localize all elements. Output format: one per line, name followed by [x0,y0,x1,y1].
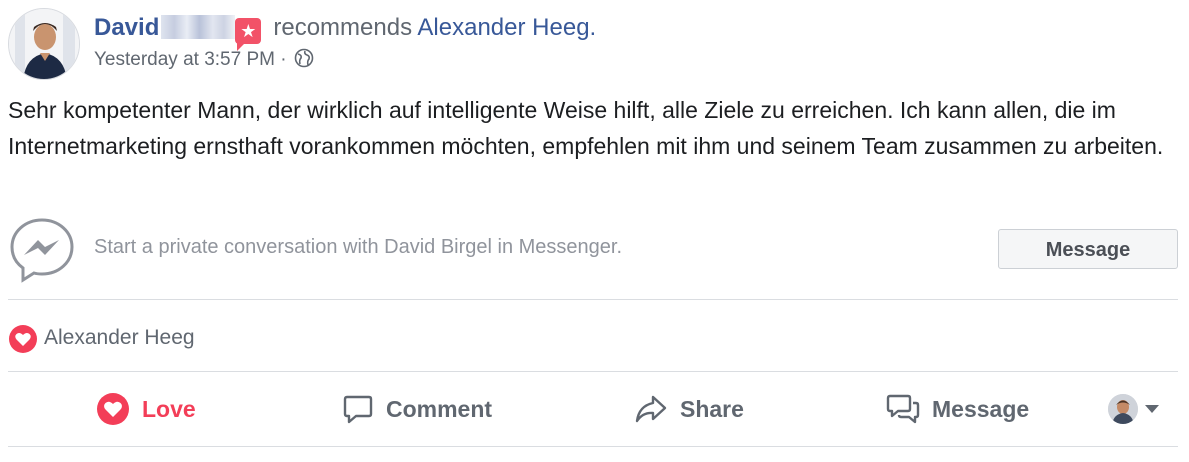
post-as-selector[interactable] [1108,394,1159,424]
recommended-page-link[interactable]: Alexander Heeg. [417,14,596,41]
send-message-button[interactable]: Message [886,380,1029,438]
divider [8,299,1178,300]
love-icon [97,393,129,425]
love-reaction-icon [9,325,37,353]
divider [8,446,1178,447]
author-avatar[interactable] [8,8,80,80]
love-label: Love [142,395,196,422]
author-photo [9,9,79,79]
action-bar: Love Comment Share Message [8,380,1178,438]
blurred-surname [161,15,236,39]
chevron-down-icon [1145,405,1159,413]
comment-label: Comment [386,395,493,422]
comment-button[interactable]: Comment [342,380,492,438]
viewer-avatar [1108,394,1138,424]
recommendation-badge-icon: ★ [235,18,262,51]
message-icon [886,394,920,424]
headline: David ★ recommends Alexander Heeg. [94,8,596,51]
divider [8,371,1178,372]
author-name[interactable]: David [94,14,159,41]
post-meta: Yesterday at 3:57 PM · [94,47,596,73]
post-timestamp[interactable]: Yesterday at 3:57 PM [94,49,275,70]
messenger-prompt-text: Start a private conversation with David … [94,236,623,258]
message-button[interactable]: Message [998,229,1178,269]
share-label: Share [680,395,744,422]
love-button[interactable]: Love [96,380,196,438]
post-header: David ★ recommends Alexander Heeg. Yesterd… [8,8,1178,84]
messenger-prompt-row: Start a private conversation with David … [8,214,1178,284]
share-button[interactable]: Share [634,380,744,438]
recommends-verb: recommends [273,14,413,41]
reactor-name[interactable]: Alexander Heeg [44,326,195,350]
message-label: Message [932,395,1030,422]
meta-separator: · [280,49,287,70]
messenger-icon [10,218,74,283]
recommendation-text: Sehr kompetenter Mann, der wirklich auf … [8,97,1164,159]
comment-icon [343,395,373,424]
share-icon [635,395,667,423]
globe-icon[interactable] [294,48,314,68]
header-text: David ★ recommends Alexander Heeg. Yesterd… [94,8,596,73]
